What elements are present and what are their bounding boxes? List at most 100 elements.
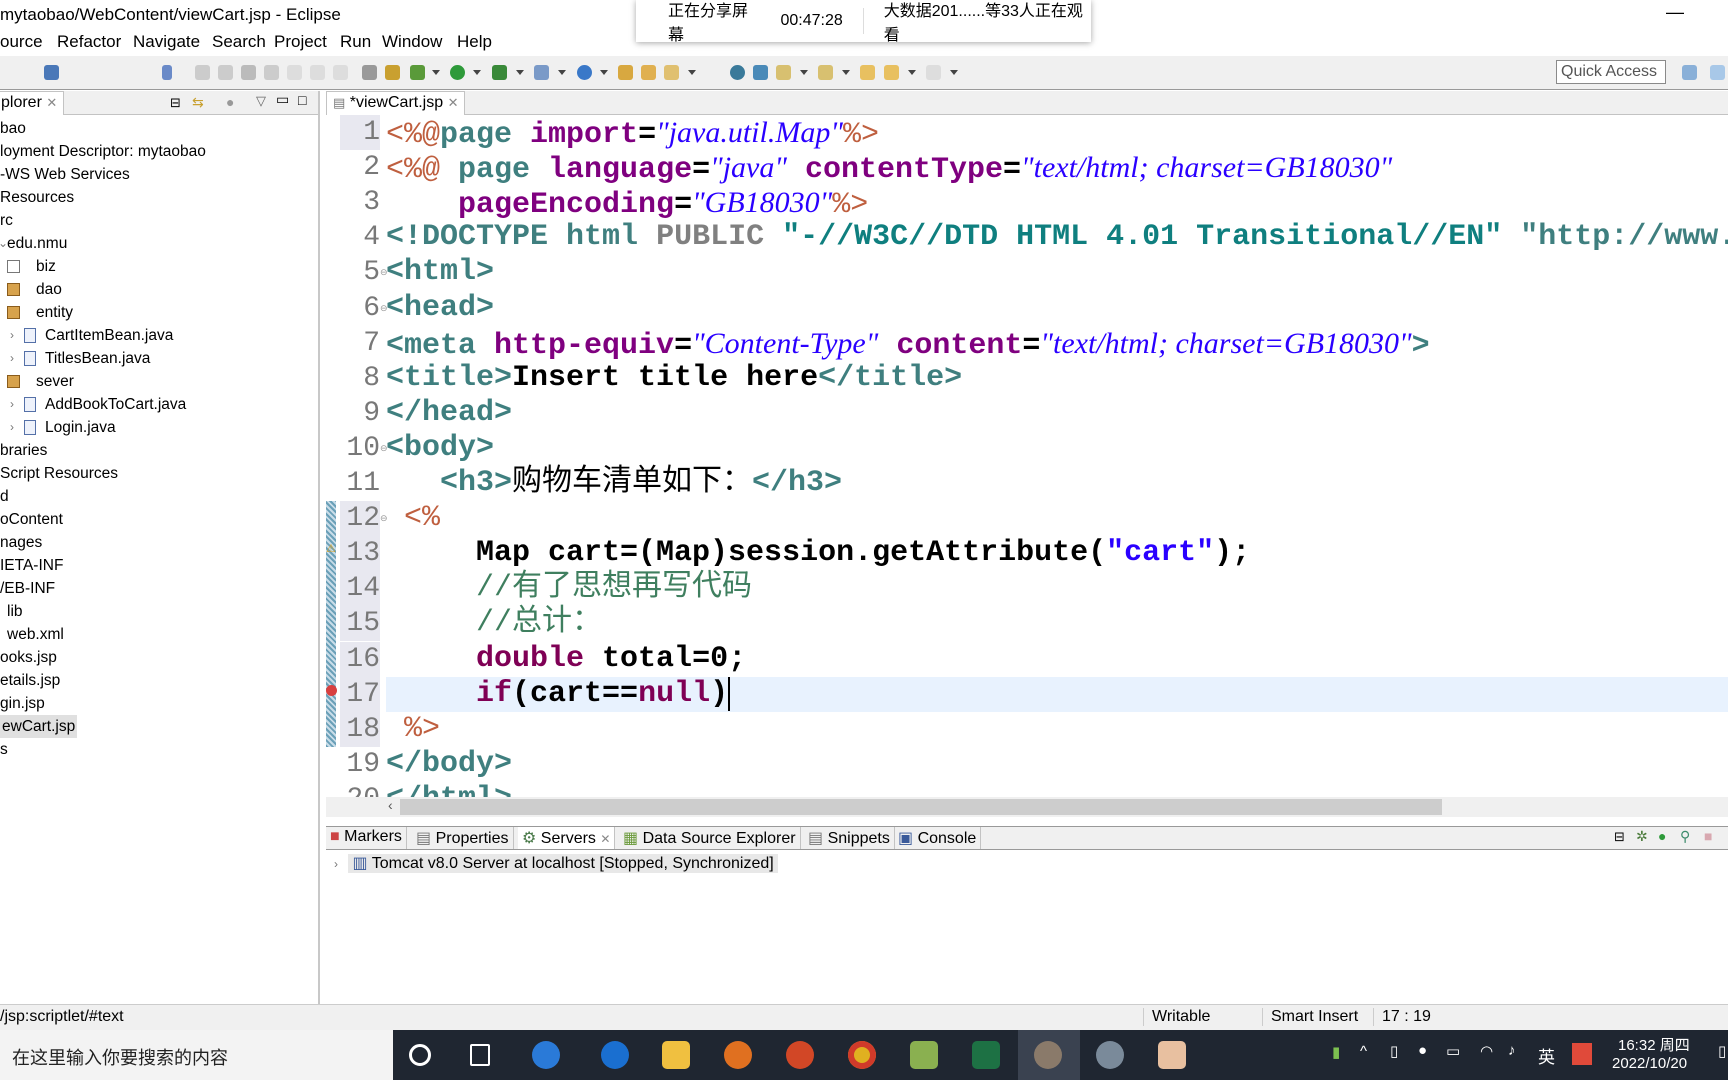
expand-arrow-icon[interactable]: ›	[10, 324, 14, 347]
code-line[interactable]: <%@page import="java.util.Map"%>	[386, 115, 879, 153]
code-line[interactable]: pageEncoding="GB18030"%>	[386, 185, 868, 223]
monitor-icon[interactable]	[44, 65, 59, 80]
scrollbar-thumb[interactable]	[400, 799, 1442, 815]
tree-item[interactable]: › TitlesBean.java	[0, 347, 318, 370]
maximize-icon[interactable]: □	[298, 92, 306, 108]
chevron-down-icon[interactable]	[516, 70, 524, 75]
tree-item[interactable]: nages	[0, 531, 318, 554]
step-into-icon[interactable]	[287, 65, 302, 80]
minimize-button[interactable]: —	[1666, 2, 1684, 23]
edge-icon[interactable]	[601, 1041, 629, 1069]
tree-item[interactable]: d	[0, 485, 318, 508]
tree-item[interactable]: › CartItemBean.java	[0, 324, 318, 347]
tab-data-source-explorer[interactable]: ▦ Data Source Explorer	[619, 827, 801, 849]
chevron-down-icon[interactable]	[558, 70, 566, 75]
notification-app-icon[interactable]	[1572, 1043, 1592, 1065]
cortana-icon[interactable]	[409, 1044, 431, 1066]
code-line[interactable]: <%@ page language="java" contentType="te…	[386, 150, 1392, 188]
chevron-down-icon[interactable]	[600, 70, 608, 75]
start-server-icon[interactable]: ●	[1658, 828, 1666, 844]
error-icon[interactable]	[326, 684, 337, 696]
code-line[interactable]: <!DOCTYPE html PUBLIC "-//W3C//DTD HTML …	[386, 220, 1728, 255]
tree-item[interactable]: etails.jsp	[0, 669, 318, 692]
new-class-icon[interactable]	[577, 65, 592, 80]
code-line[interactable]: <h3>购物车清单如下：</h3>	[386, 466, 842, 501]
eclipse-icon[interactable]	[724, 1041, 752, 1069]
skip-breakpoints-icon[interactable]	[162, 65, 172, 80]
server-row[interactable]: › ▥ Tomcat v8.0 Server at localhost [Sto…	[334, 853, 778, 873]
step-return-icon[interactable]	[333, 65, 348, 80]
code-line[interactable]: </body>	[386, 747, 512, 782]
expand-arrow-icon[interactable]: ›	[334, 857, 338, 871]
chevron-down-icon[interactable]	[473, 70, 481, 75]
minimize-icon[interactable]: ▭	[276, 91, 289, 108]
tree-item[interactable]: › AddBookToCart.java	[0, 393, 318, 416]
java-ee-perspective-icon[interactable]	[1710, 65, 1725, 80]
warning-icon[interactable]: ⚠	[326, 542, 336, 555]
tree-item[interactable]: Resources	[0, 186, 318, 209]
code-line[interactable]: <body>	[386, 431, 494, 466]
globe-icon[interactable]	[730, 65, 745, 80]
chevron-down-icon[interactable]	[842, 70, 850, 75]
menu-source[interactable]: ource	[0, 32, 43, 52]
step-over-icon[interactable]	[310, 65, 325, 80]
tab-console[interactable]: ▣ Console	[894, 827, 982, 849]
code-line[interactable]: <html>	[386, 255, 494, 290]
tree-item[interactable]: entity	[0, 301, 318, 324]
tab-snippets[interactable]: ▤ Snippets	[804, 827, 895, 849]
open-folder-icon[interactable]	[641, 65, 656, 80]
close-icon[interactable]: ✕	[46, 95, 57, 110]
next-annotation-icon[interactable]	[818, 65, 833, 80]
run-server-icon[interactable]	[492, 65, 507, 80]
microphone-icon[interactable]: ▯	[1390, 1042, 1398, 1060]
wifi-icon[interactable]: ◠	[1480, 1042, 1493, 1060]
code-area[interactable]: 1 <%@page import="java.util.Map"%> 2 <%@ pa…	[326, 115, 1728, 797]
code-line[interactable]: if(cart==null)​	[386, 676, 731, 712]
expand-arrow-icon[interactable]: ›	[10, 393, 14, 416]
tree-item[interactable]: s	[0, 738, 318, 761]
settings-app-icon[interactable]	[1034, 1041, 1062, 1069]
debug-server-icon[interactable]: ✲	[1636, 828, 1648, 845]
tree-item[interactable]: ewCart.jsp	[0, 715, 318, 738]
external-tools-icon[interactable]	[534, 65, 549, 80]
chevron-down-icon[interactable]	[432, 70, 440, 75]
debug-icon[interactable]	[410, 65, 425, 80]
code-line[interactable]: //有了思想再写代码	[386, 571, 752, 606]
menu-window[interactable]: Window	[382, 32, 442, 52]
chrome-icon[interactable]	[848, 1041, 876, 1069]
tree-item[interactable]: braries	[0, 439, 318, 462]
chevron-up-icon[interactable]: ^	[1360, 1043, 1367, 1060]
collapse-all-icon[interactable]: ⊟	[170, 95, 181, 111]
open-perspective-icon[interactable]	[1682, 65, 1697, 80]
scroll-left-icon[interactable]: ‹	[388, 797, 393, 813]
volume-icon[interactable]: ♪	[1508, 1042, 1516, 1059]
profile-server-icon[interactable]: ⚲	[1680, 828, 1690, 845]
code-line[interactable]: <meta http-equiv="Content-Type" content=…	[386, 326, 1430, 364]
tree-item[interactable]: ⌄ edu.nmu	[0, 232, 318, 255]
notepad-icon[interactable]	[910, 1041, 938, 1069]
stop-server-icon[interactable]: ■	[1704, 828, 1712, 844]
tab-properties[interactable]: ▤ Properties	[412, 827, 514, 849]
code-line[interactable]: Map cart=(Map)session.getAttribute("cart…	[386, 536, 1250, 571]
show-desktop-button[interactable]: ▯	[1718, 1042, 1726, 1060]
tree-item[interactable]: web.xml	[0, 623, 318, 646]
file-explorer-icon[interactable]	[662, 1041, 690, 1069]
code-line[interactable]: //总计：	[386, 606, 602, 641]
code-line[interactable]: double total=0;	[386, 642, 746, 677]
tree-item[interactable]: lib	[0, 600, 318, 623]
task-view-icon[interactable]	[470, 1044, 490, 1066]
horizontal-scrollbar[interactable]: ‹	[326, 797, 1728, 817]
filter-icon[interactable]: ●	[226, 94, 234, 110]
terminate-icon[interactable]	[241, 65, 256, 80]
tree-item[interactable]: rc	[0, 209, 318, 232]
tree-item[interactable]: loyment Descriptor: mytaobao	[0, 140, 318, 163]
menu-run[interactable]: Run	[340, 32, 371, 52]
tree-item[interactable]: -WS Web Services	[0, 163, 318, 186]
menu-help[interactable]: Help	[457, 32, 492, 52]
menu-search[interactable]: Search	[212, 32, 266, 52]
forward-icon[interactable]	[926, 65, 941, 80]
tab-project-explorer[interactable]: plorer ✕	[0, 91, 65, 115]
tree-item[interactable]: biz	[0, 255, 318, 278]
taskbar-search[interactable]: 在这里输入你要搜索的内容	[0, 1030, 393, 1080]
ime-indicator[interactable]: 英	[1538, 1043, 1555, 1068]
